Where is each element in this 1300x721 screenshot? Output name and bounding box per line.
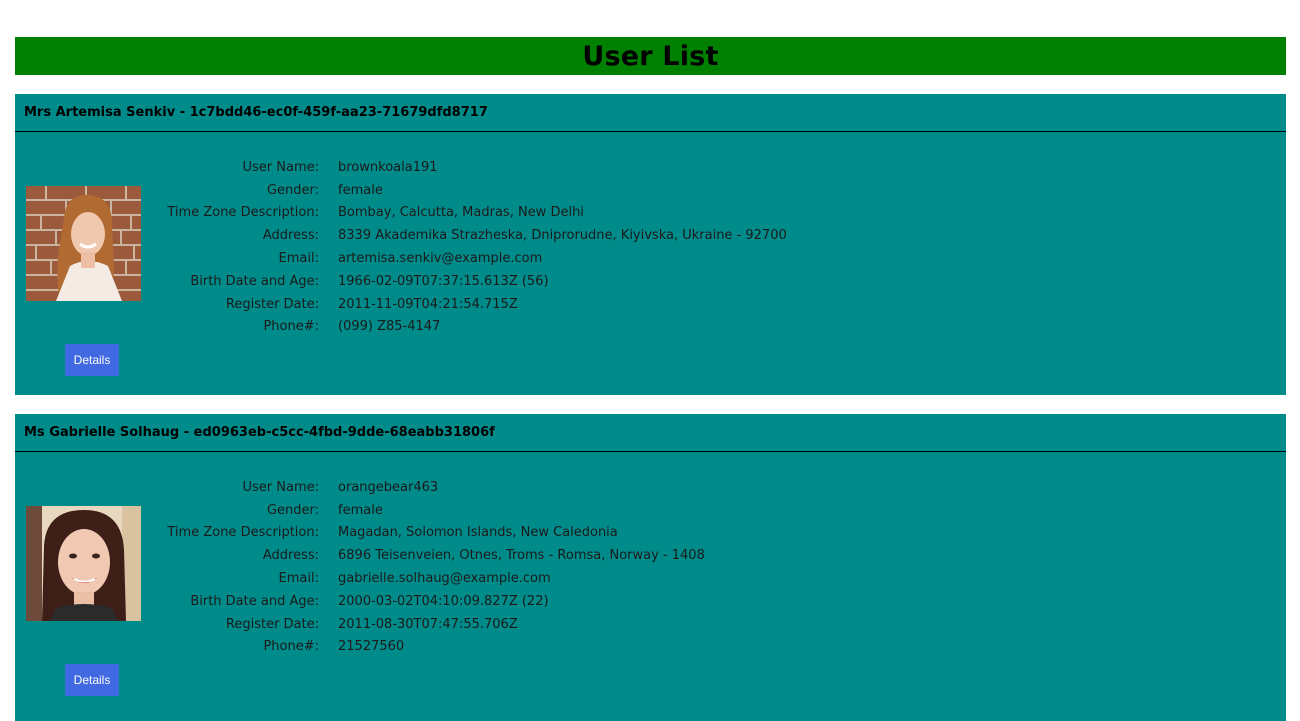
info-row-birth: Birth Date and Age: 1966-02-09T07:37:15.… <box>165 270 787 293</box>
value-register: 2011-08-30T07:47:55.706Z <box>338 616 518 632</box>
value-email: gabrielle.solhaug@example.com <box>338 571 551 587</box>
user-photo-image <box>26 506 141 621</box>
user-list-page: User List Mrs Artemisa Senkiv - 1c7bdd46… <box>0 0 1300 721</box>
label-birth: Birth Date and Age: <box>190 593 319 609</box>
user-card-heading: Mrs Artemisa Senkiv - 1c7bdd46-ec0f-459f… <box>24 105 488 120</box>
page-header: User List <box>15 37 1286 75</box>
user-card-header: Ms Gabrielle Solhaug - ed0963eb-c5cc-4fb… <box>15 414 1286 452</box>
details-button[interactable]: Details <box>65 664 119 696</box>
value-address: 8339 Akademika Strazheska, Dniprorudne, … <box>338 228 787 244</box>
info-row-gender: Gender: female <box>165 499 705 522</box>
info-row-birth: Birth Date and Age: 2000-03-02T04:10:09.… <box>165 590 705 613</box>
info-row-phone: Phone#: (099) Z85-4147 <box>165 316 787 339</box>
value-phone: (099) Z85-4147 <box>338 319 441 335</box>
info-row-address: Address: 6896 Teisenveien, Otnes, Troms … <box>165 544 705 567</box>
info-row-register: Register Date: 2011-11-09T04:21:54.715Z <box>165 293 787 316</box>
info-row-address: Address: 8339 Akademika Strazheska, Dnip… <box>165 224 787 247</box>
value-time-zone: Magadan, Solomon Islands, New Caledonia <box>338 525 618 541</box>
value-user-name: brownkoala191 <box>338 159 438 175</box>
value-register: 2011-11-09T04:21:54.715Z <box>338 296 518 312</box>
info-row-phone: Phone#: 21527560 <box>165 636 705 659</box>
user-photo <box>26 506 141 621</box>
info-row-email: Email: artemisa.senkiv@example.com <box>165 247 787 270</box>
page-title: User List <box>582 40 719 72</box>
label-email: Email: <box>278 251 319 267</box>
user-card: Ms Gabrielle Solhaug - ed0963eb-c5cc-4fb… <box>15 414 1286 721</box>
value-time-zone: Bombay, Calcutta, Madras, New Delhi <box>338 205 584 221</box>
value-phone: 21527560 <box>338 639 405 655</box>
value-user-name: orangebear463 <box>338 479 439 495</box>
label-gender: Gender: <box>266 502 319 518</box>
user-card-heading: Ms Gabrielle Solhaug - ed0963eb-c5cc-4fb… <box>24 425 495 440</box>
details-button[interactable]: Details <box>65 344 119 376</box>
info-row-email: Email: gabrielle.solhaug@example.com <box>165 567 705 590</box>
value-gender: female <box>338 502 383 518</box>
value-birth: 1966-02-09T07:37:15.613Z (56) <box>338 273 549 289</box>
user-info: User Name: orangebear463 Gender: female … <box>165 476 705 659</box>
user-card: Mrs Artemisa Senkiv - 1c7bdd46-ec0f-459f… <box>15 94 1286 395</box>
label-birth: Birth Date and Age: <box>190 273 319 289</box>
label-time-zone: Time Zone Description: <box>167 205 319 221</box>
label-phone: Phone#: <box>263 319 319 335</box>
value-address: 6896 Teisenveien, Otnes, Troms - Romsa, … <box>338 548 705 564</box>
label-address: Address: <box>262 228 319 244</box>
info-row-user-name: User Name: brownkoala191 <box>165 156 787 179</box>
user-photo <box>26 186 141 301</box>
label-register: Register Date: <box>225 616 319 632</box>
value-email: artemisa.senkiv@example.com <box>338 251 543 267</box>
user-info: User Name: brownkoala191 Gender: female … <box>165 156 787 339</box>
label-phone: Phone#: <box>263 639 319 655</box>
value-birth: 2000-03-02T04:10:09.827Z (22) <box>338 593 549 609</box>
label-time-zone: Time Zone Description: <box>167 525 319 541</box>
user-photo-image <box>26 186 141 301</box>
info-row-user-name: User Name: orangebear463 <box>165 476 705 499</box>
label-user-name: User Name: <box>242 479 320 495</box>
label-gender: Gender: <box>266 182 319 198</box>
user-card-header: Mrs Artemisa Senkiv - 1c7bdd46-ec0f-459f… <box>15 94 1286 132</box>
label-address: Address: <box>262 548 319 564</box>
label-email: Email: <box>278 571 319 587</box>
label-register: Register Date: <box>225 296 319 312</box>
info-row-gender: Gender: female <box>165 179 787 202</box>
info-row-register: Register Date: 2011-08-30T07:47:55.706Z <box>165 613 705 636</box>
label-user-name: User Name: <box>242 159 320 175</box>
info-row-time-zone: Time Zone Description: Bombay, Calcutta,… <box>165 202 787 225</box>
value-gender: female <box>338 182 383 198</box>
info-row-time-zone: Time Zone Description: Magadan, Solomon … <box>165 522 705 545</box>
